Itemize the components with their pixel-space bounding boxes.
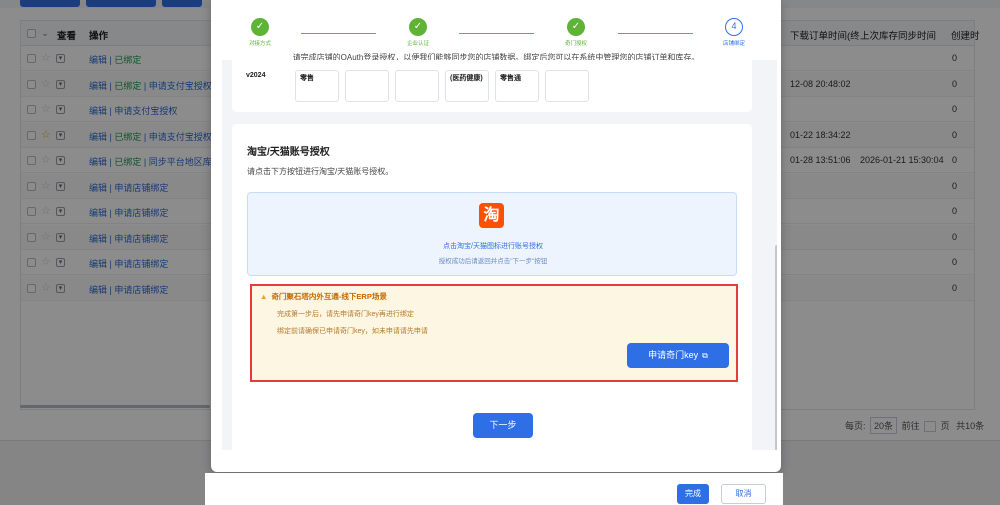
taobao-auth-hint: 授权成功后请返回并点击"下一步"按钮: [438, 258, 548, 265]
step-label: 奇门授权: [564, 41, 587, 47]
erp-notice-line: 完成第一步后，请先申请奇门key再进行绑定: [277, 311, 414, 318]
taobao-auth-card: 淘宝/天猫账号授权 请点击下方按钮进行淘宝/天猫账号授权。 淘 点击淘宝/天猫图…: [232, 124, 752, 450]
option-label: (医药健康): [450, 75, 483, 82]
platform-option[interactable]: [395, 70, 439, 102]
taobao-auth-link[interactable]: 点击淘宝/天猫图标进行账号授权: [248, 241, 738, 251]
option-label: 零售通: [500, 75, 521, 82]
version-label: v2024: [246, 72, 266, 79]
erp-notice-title: ▲ 奇门聚石塔内外互通-线下ERP场景: [260, 291, 387, 302]
step-done-icon: ✓: [251, 18, 269, 36]
step-current-icon: 4: [725, 18, 743, 36]
dialog-content: v2024 零售 (医药健康) 零售通 淘宝/天猫账号授权 请点击下方按钮进行淘…: [222, 60, 777, 450]
step-connector: [459, 33, 534, 34]
step-done-icon: ✓: [567, 18, 585, 36]
taobao-logo-icon[interactable]: 淘: [479, 203, 504, 228]
taobao-auth-title: 淘宝/天猫账号授权: [247, 147, 330, 158]
taobao-auth-desc: 请点击下方按钮进行淘宝/天猫账号授权。: [247, 167, 394, 176]
step-label: 企业认证: [406, 41, 429, 47]
platform-card: v2024 零售 (医药健康) 零售通: [232, 60, 752, 112]
step-label: 对接方式: [248, 41, 271, 47]
erp-notice: ▲ 奇门聚石塔内外互通-线下ERP场景 完成第一步后，请先申请奇门key再进行绑定…: [250, 284, 738, 382]
step-connector: [618, 33, 693, 34]
next-step-button[interactable]: 下一步: [473, 413, 533, 438]
option-label: 零售: [300, 75, 314, 82]
bind-shop-dialog: ✓ 对接方式 ✓ 企业认证 ✓ 奇门授权 4 店铺绑定 请完成店铺的OAuth登…: [211, 0, 781, 472]
done-button[interactable]: 完成: [677, 484, 709, 504]
cancel-button[interactable]: 取消: [721, 484, 766, 504]
button-label: 申请奇门key: [648, 350, 699, 360]
dialog-footer: 完成 取消: [205, 473, 783, 505]
erp-notice-line: 绑定前请确保已申请奇门key，如未申请请先申请: [277, 328, 428, 335]
step-indicator: ✓ 对接方式 ✓ 企业认证 ✓ 奇门授权 4 店铺绑定 请完成店铺的OAuth登…: [211, 0, 781, 62]
external-link-icon: ⧉: [702, 351, 708, 360]
warning-icon: ▲: [260, 292, 268, 301]
step-done-icon: ✓: [409, 18, 427, 36]
platform-option[interactable]: 零售通: [495, 70, 539, 102]
platform-option[interactable]: [345, 70, 389, 102]
vertical-scrollbar[interactable]: [775, 245, 777, 450]
taobao-auth-box[interactable]: 淘 点击淘宝/天猫图标进行账号授权 授权成功后请返回并点击"下一步"按钮: [247, 192, 737, 276]
platform-option[interactable]: [545, 70, 589, 102]
apply-qimen-key-button[interactable]: 申请奇门key ⧉: [627, 343, 729, 368]
erp-title-text: 奇门聚石塔内外互通-线下ERP场景: [271, 292, 387, 301]
platform-option[interactable]: 零售: [295, 70, 339, 102]
step-connector: [301, 33, 376, 34]
platform-option[interactable]: (医药健康): [445, 70, 489, 102]
step-label: 店铺绑定: [722, 41, 745, 47]
